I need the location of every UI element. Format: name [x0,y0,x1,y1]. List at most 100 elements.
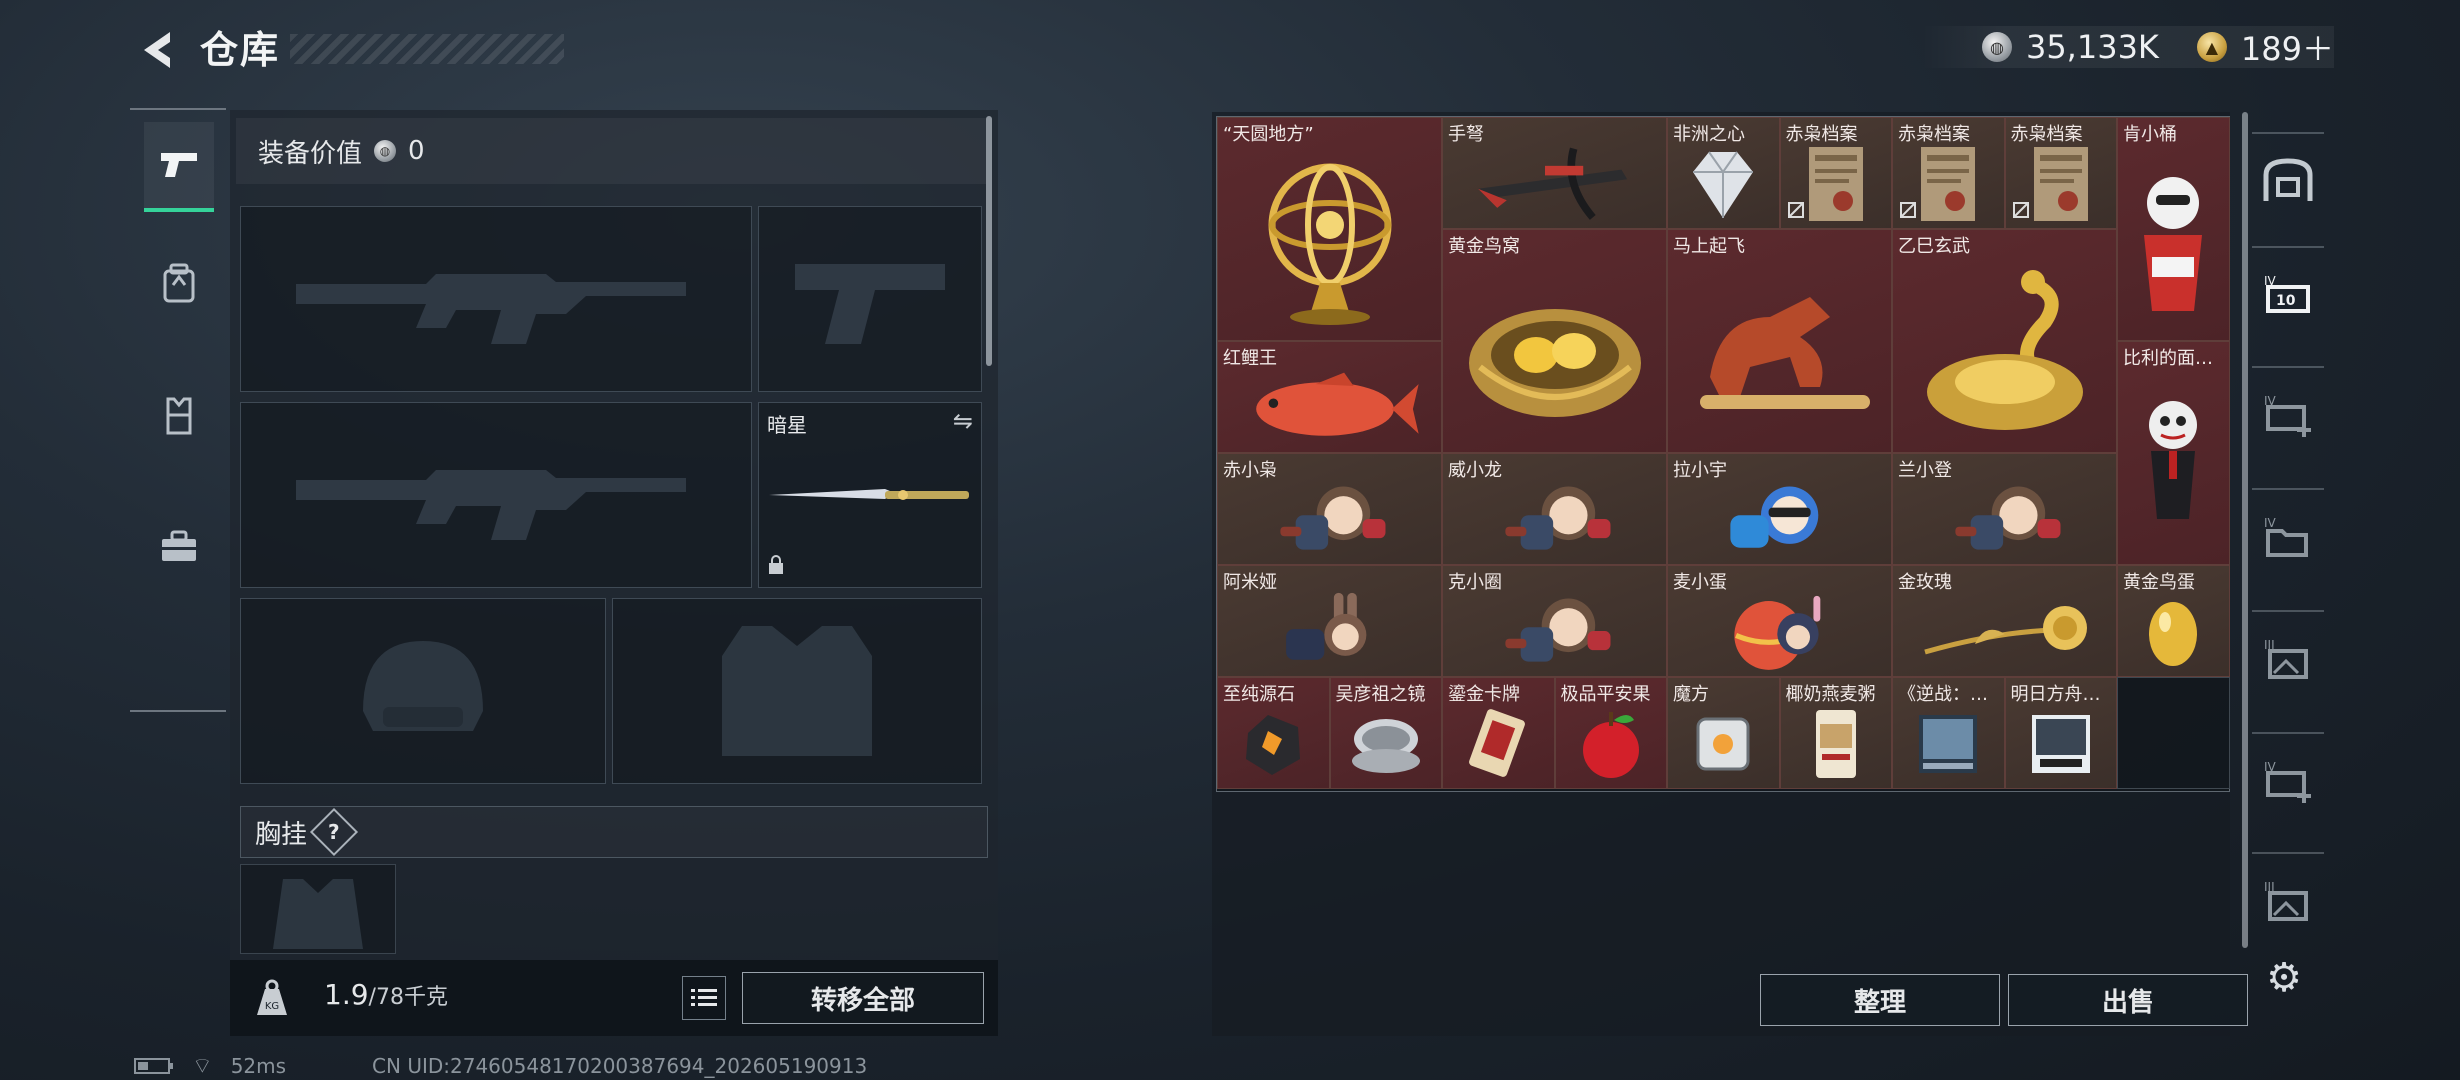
settings-gear-icon[interactable]: ⚙ [2256,950,2312,1006]
inventory-item-17[interactable]: 克小圈 [1442,565,1667,677]
inventory-item-6[interactable]: 肯小桶 [2117,117,2230,341]
vest-icon [166,397,192,435]
inventory-item-18[interactable]: 麦小蛋 [1667,565,1892,677]
primary-weapon-slot[interactable] [240,206,752,392]
inventory-item-0[interactable]: “天圆地方” [1217,117,1442,341]
item-name: 赤枭档案 [2010,124,2083,145]
horse-item-icon [1668,252,1891,452]
right-container-nav: IV 10 IV IV III IV III [2242,112,2324,948]
inventory-item-14[interactable]: 拉小宇 [1667,453,1892,565]
inventory-grid: “天圆地方” 手弩 非洲之心 赤枭档案 赤枭档案 赤枭档案 肯小桶 黄金鸟窝 马上起飞 乙巳玄武红… [1216,116,2230,792]
silver-currency-value: 35,133K [2025,28,2159,66]
doll-item-icon [1443,476,1666,564]
armor-slot[interactable] [612,598,982,784]
nav-vest[interactable] [144,370,214,460]
melee-weapon-slot[interactable]: 暗星 ⇋ [758,402,982,588]
inventory-item-9[interactable]: 乙巳玄武 [1892,229,2117,453]
sort-button[interactable]: 整理 [1760,974,2000,1026]
right-scrollbar[interactable] [2242,112,2248,948]
folder-iv-tab[interactable]: IV [2252,488,2324,568]
diamond-item-icon [1668,140,1779,228]
equipment-footer: KG 1.9/78千克 转移全部 [230,960,998,1036]
inventory-item-11[interactable]: 比利的面… [2117,341,2230,565]
inventory-item-26[interactable]: 椰奶燕麦粥 [1779,677,1892,789]
inventory-item-16[interactable]: 阿米娅 [1217,565,1442,677]
case-iv-10-tab[interactable]: IV 10 [2252,246,2324,326]
status-bar: ⌔ 52ms CN UID:27460548170200387694_20260… [134,1052,867,1080]
toolbox-icon [162,530,196,561]
item-name: 比利的面… [2123,348,2213,369]
equipment-panel: 装备价值 ◍ 0 暗星 ⇋ 胸挂 ? KG 1.9/78千克 转移全部 [230,110,998,1036]
help-symbol: ? [328,819,340,844]
item-name: 赤小枭 [1223,460,1277,481]
dragon-item-icon [1893,252,2116,452]
sell-button[interactable]: 出售 [2008,974,2248,1026]
inventory-item-10[interactable]: 红鲤王 [1217,341,1442,453]
inventory-item-22[interactable]: 吴彦祖之镜 [1329,677,1442,789]
image-case-iii-tab-2[interactable]: III [2252,852,2324,932]
inventory-item-15[interactable]: 兰小登 [1892,453,2117,565]
primary-weapon-slot-2[interactable] [240,402,752,588]
add-case-iv-tab[interactable]: IV [2252,366,2324,446]
inventory-item-5[interactable]: 赤枭档案 [2004,117,2117,229]
image-case-iii-tab[interactable]: III [2252,610,2324,690]
item-name: 兰小登 [1898,460,1952,481]
page-title: 仓库 [200,28,281,72]
nav-weapons[interactable] [144,122,214,212]
secondary-weapon-slot[interactable] [758,206,982,392]
inventory-item-12[interactable]: 赤小枭 [1217,453,1442,565]
item-name: 红鲤王 [1223,348,1277,369]
rose-item-icon [1893,588,2116,676]
broken-link-icon [2012,201,2030,224]
inventory-item-28[interactable]: 明日方舟… [2004,677,2117,789]
inventory-item-23[interactable]: 鎏金卡牌 [1442,677,1555,789]
inventory-item-2[interactable]: 非洲之心 [1667,117,1780,229]
egg-doll-item-icon [1668,588,1891,676]
scrollbar[interactable] [986,116,992,366]
item-name: 椰奶燕麦粥 [1785,684,1876,705]
image-case-iii-icon: III [2264,638,2308,679]
doll-bunny-item-icon [1218,588,1441,676]
title-decoration [290,34,564,64]
inventory-item-8[interactable]: 马上起飞 [1667,229,1892,453]
inventory-item-7[interactable]: 黄金鸟窝 [1442,229,1667,453]
inventory-item-24[interactable]: 极品平安果 [1554,677,1667,789]
back-button[interactable] [128,22,188,78]
help-icon[interactable]: ? [309,807,359,857]
safe-box-tab[interactable] [2252,132,2324,212]
inventory-item-20[interactable]: 黄金鸟蛋 [2117,565,2230,677]
inventory-item-3[interactable]: 赤枭档案 [1779,117,1892,229]
equipment-value-label: 装备价值 [258,138,363,169]
weight-capacity: /78千克 [368,985,448,1010]
inventory-item-4[interactable]: 赤枭档案 [1892,117,2005,229]
item-name: 威小龙 [1448,460,1502,481]
inventory-item-25[interactable]: 魔方 [1667,677,1780,789]
inventory-item-27[interactable]: 《逆战：… [1892,677,2005,789]
nav-toolbox[interactable] [144,502,214,592]
armor-silhouette-icon [722,626,872,756]
equipment-value-header: 装备价值 ◍ 0 [236,118,986,184]
nav-backpack[interactable] [144,238,214,328]
inventory-item-21[interactable]: 至纯源石 [1217,677,1330,789]
chest-rig-slot[interactable] [240,864,396,954]
item-name: 赤枭档案 [1898,124,1970,145]
item-name: 吴彦祖之镜 [1335,684,1426,705]
weight-icon: KG [246,972,298,1024]
battery-icon [134,1058,173,1074]
inventory-empty-slot[interactable] [2117,677,2230,789]
inventory-item-1[interactable]: 手弩 [1442,117,1667,229]
helmet-slot[interactable] [240,598,606,784]
transfer-all-button[interactable]: 转移全部 [742,972,984,1024]
gold-currency-value[interactable]: 189＋ [2241,24,2334,70]
inventory-item-19[interactable]: 金玫瑰 [1892,565,2117,677]
item-name: 克小圈 [1448,572,1502,593]
gold-coin-icon: ▲ [2196,32,2227,62]
silver-coin-icon: ◍ [374,140,397,162]
chest-rig-label: 胸挂 [255,819,308,850]
item-name: 非洲之心 [1673,124,1745,145]
add-case-iv-tab-2[interactable]: IV [2252,732,2324,812]
item-name: 黄金鸟窝 [1448,236,1520,257]
ping-value: 52ms [230,1054,287,1078]
inventory-item-13[interactable]: 威小龙 [1442,453,1667,565]
list-view-button[interactable] [682,976,726,1020]
